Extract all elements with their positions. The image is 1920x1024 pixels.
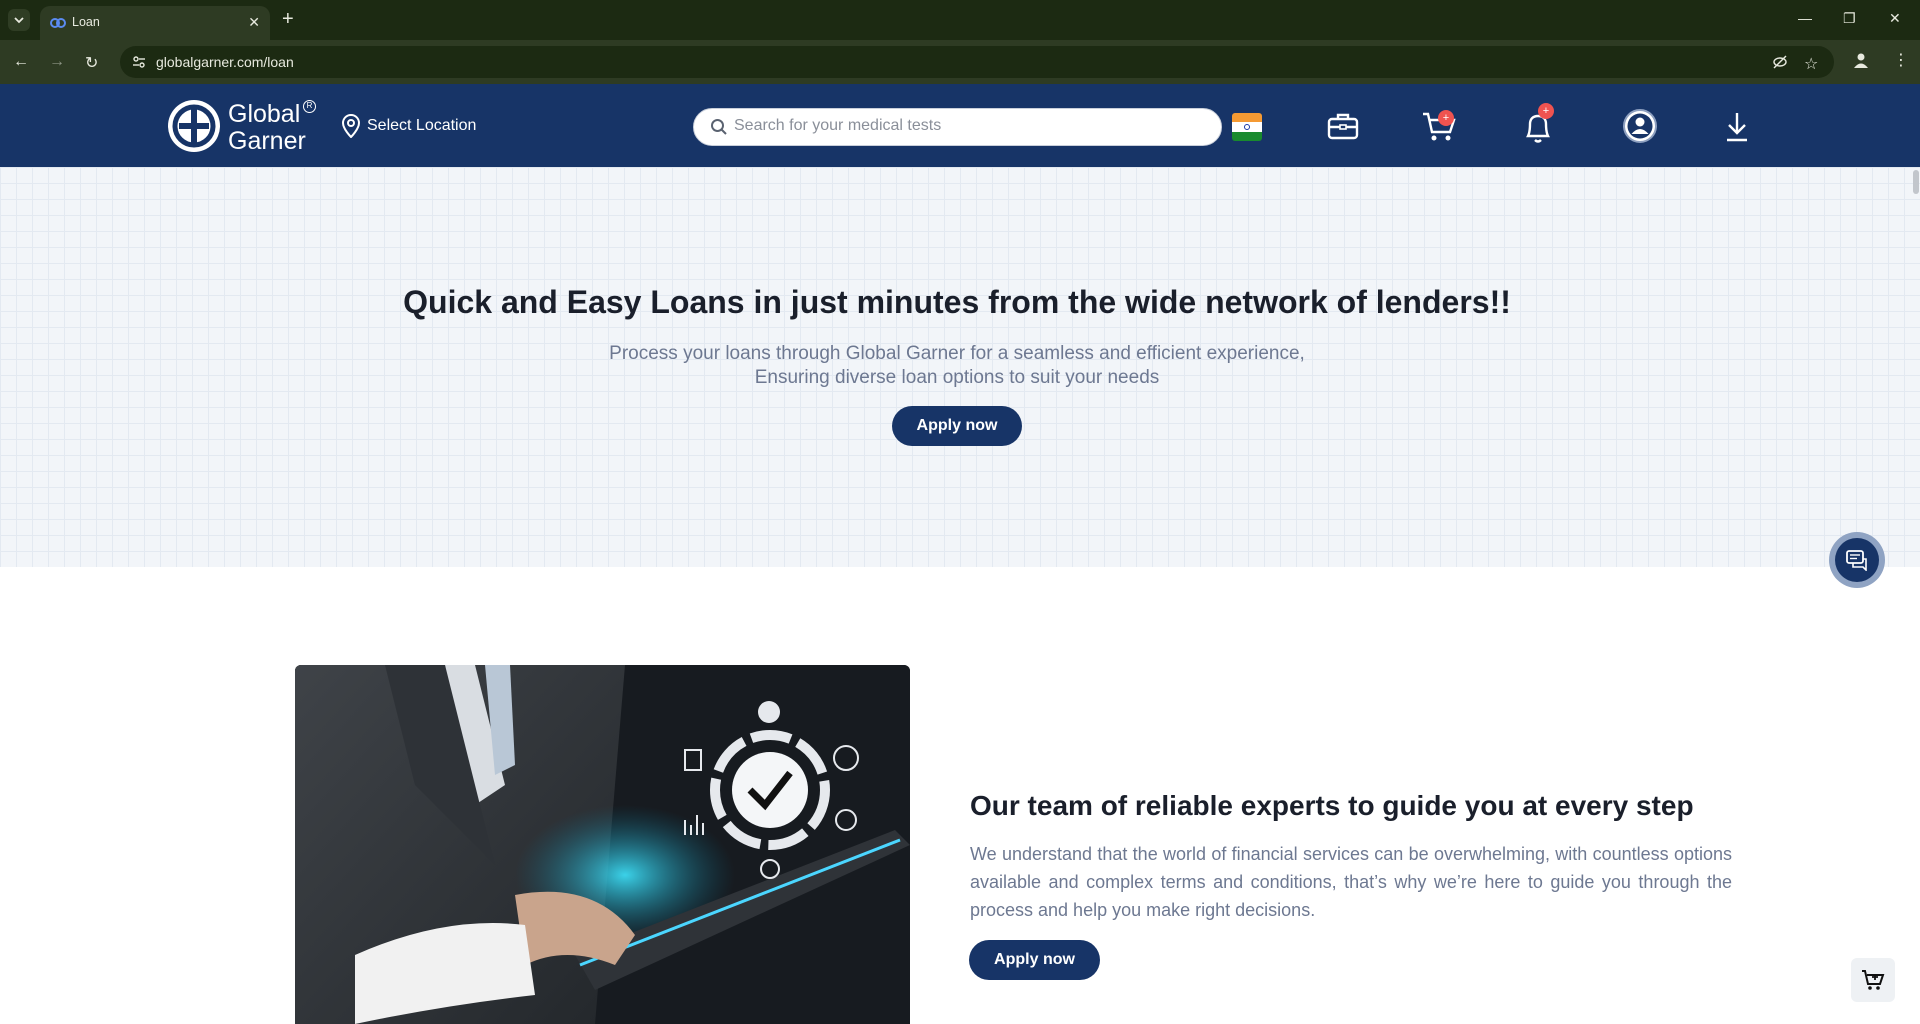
- location-pin-icon[interactable]: [342, 114, 360, 138]
- restore-icon[interactable]: ❐: [1843, 10, 1856, 27]
- select-location-button[interactable]: Select Location: [367, 117, 476, 135]
- registered-mark: R: [303, 100, 316, 113]
- search-input[interactable]: [734, 117, 1204, 135]
- section-title: Our team of reliable experts to guide yo…: [970, 790, 1694, 821]
- chevron-down-icon: [14, 17, 24, 24]
- site-info-icon[interactable]: [132, 55, 146, 69]
- brand-name-line1: Global: [228, 100, 301, 128]
- star-icon[interactable]: ☆: [1804, 54, 1818, 74]
- browser-tab[interactable]: Loan ✕: [40, 6, 270, 40]
- chat-icon: [1846, 550, 1867, 571]
- new-tab-button[interactable]: +: [282, 8, 294, 30]
- eye-off-icon[interactable]: [1772, 54, 1788, 70]
- hero-subtitle: Process your loans through Global Garner…: [0, 342, 1914, 390]
- search-icon: [711, 119, 727, 135]
- briefcase-icon[interactable]: [1327, 112, 1359, 140]
- forward-icon[interactable]: →: [49, 53, 65, 71]
- hero-title: Quick and Easy Loans in just minutes fro…: [403, 284, 1511, 320]
- user-circle-icon[interactable]: [1622, 108, 1658, 144]
- section-apply-now-button[interactable]: Apply now: [969, 940, 1100, 980]
- tab-title: Loan: [72, 15, 100, 29]
- hero-subtitle-line2: Ensuring diverse loan options to suit yo…: [754, 367, 1160, 388]
- section-body: We understand that the world of financia…: [970, 844, 1732, 920]
- scrollbar-thumb[interactable]: [1913, 170, 1919, 194]
- kebab-menu-icon[interactable]: ⋮: [1893, 50, 1909, 70]
- hero-apply-now-button[interactable]: Apply now: [892, 406, 1022, 446]
- tab-search-button[interactable]: [8, 9, 30, 31]
- page-scrollbar[interactable]: [1912, 167, 1920, 1024]
- experts-illustration: [295, 665, 910, 1024]
- cart-add-icon: [1862, 970, 1885, 990]
- download-icon[interactable]: [1725, 111, 1749, 143]
- url-text: globalgarner.com/loan: [156, 54, 294, 70]
- site-header: Global Garner R Select Location + +: [0, 84, 1920, 167]
- india-flag-icon[interactable]: [1232, 113, 1262, 141]
- globe-favicon-icon: [50, 18, 66, 28]
- profile-icon[interactable]: [1852, 51, 1870, 69]
- brand-name-line2: Garner: [228, 127, 306, 155]
- notification-badge: +: [1538, 103, 1554, 119]
- cart-badge: +: [1438, 110, 1454, 126]
- browser-tab-strip: Loan ✕ + — ❐ ✕: [0, 0, 1920, 40]
- hero-section: Quick and Easy Loans in just minutes fro…: [0, 167, 1920, 567]
- floating-cart-button[interactable]: [1851, 958, 1895, 1002]
- minimize-icon[interactable]: —: [1798, 10, 1812, 26]
- hero-subtitle-line1: Process your loans through Global Garner…: [609, 343, 1305, 364]
- reload-icon[interactable]: ↻: [85, 53, 98, 73]
- global-garner-logo[interactable]: [167, 99, 221, 153]
- chat-button[interactable]: [1829, 532, 1885, 588]
- back-icon[interactable]: ←: [13, 53, 29, 71]
- search-bar[interactable]: [693, 108, 1222, 146]
- window-close-icon[interactable]: ✕: [1889, 10, 1901, 27]
- browser-toolbar: ← → ↻ globalgarner.com/loan ☆ ⋮: [0, 40, 1920, 84]
- tab-close-icon[interactable]: ✕: [248, 14, 260, 31]
- address-bar[interactable]: globalgarner.com/loan ☆: [120, 46, 1834, 78]
